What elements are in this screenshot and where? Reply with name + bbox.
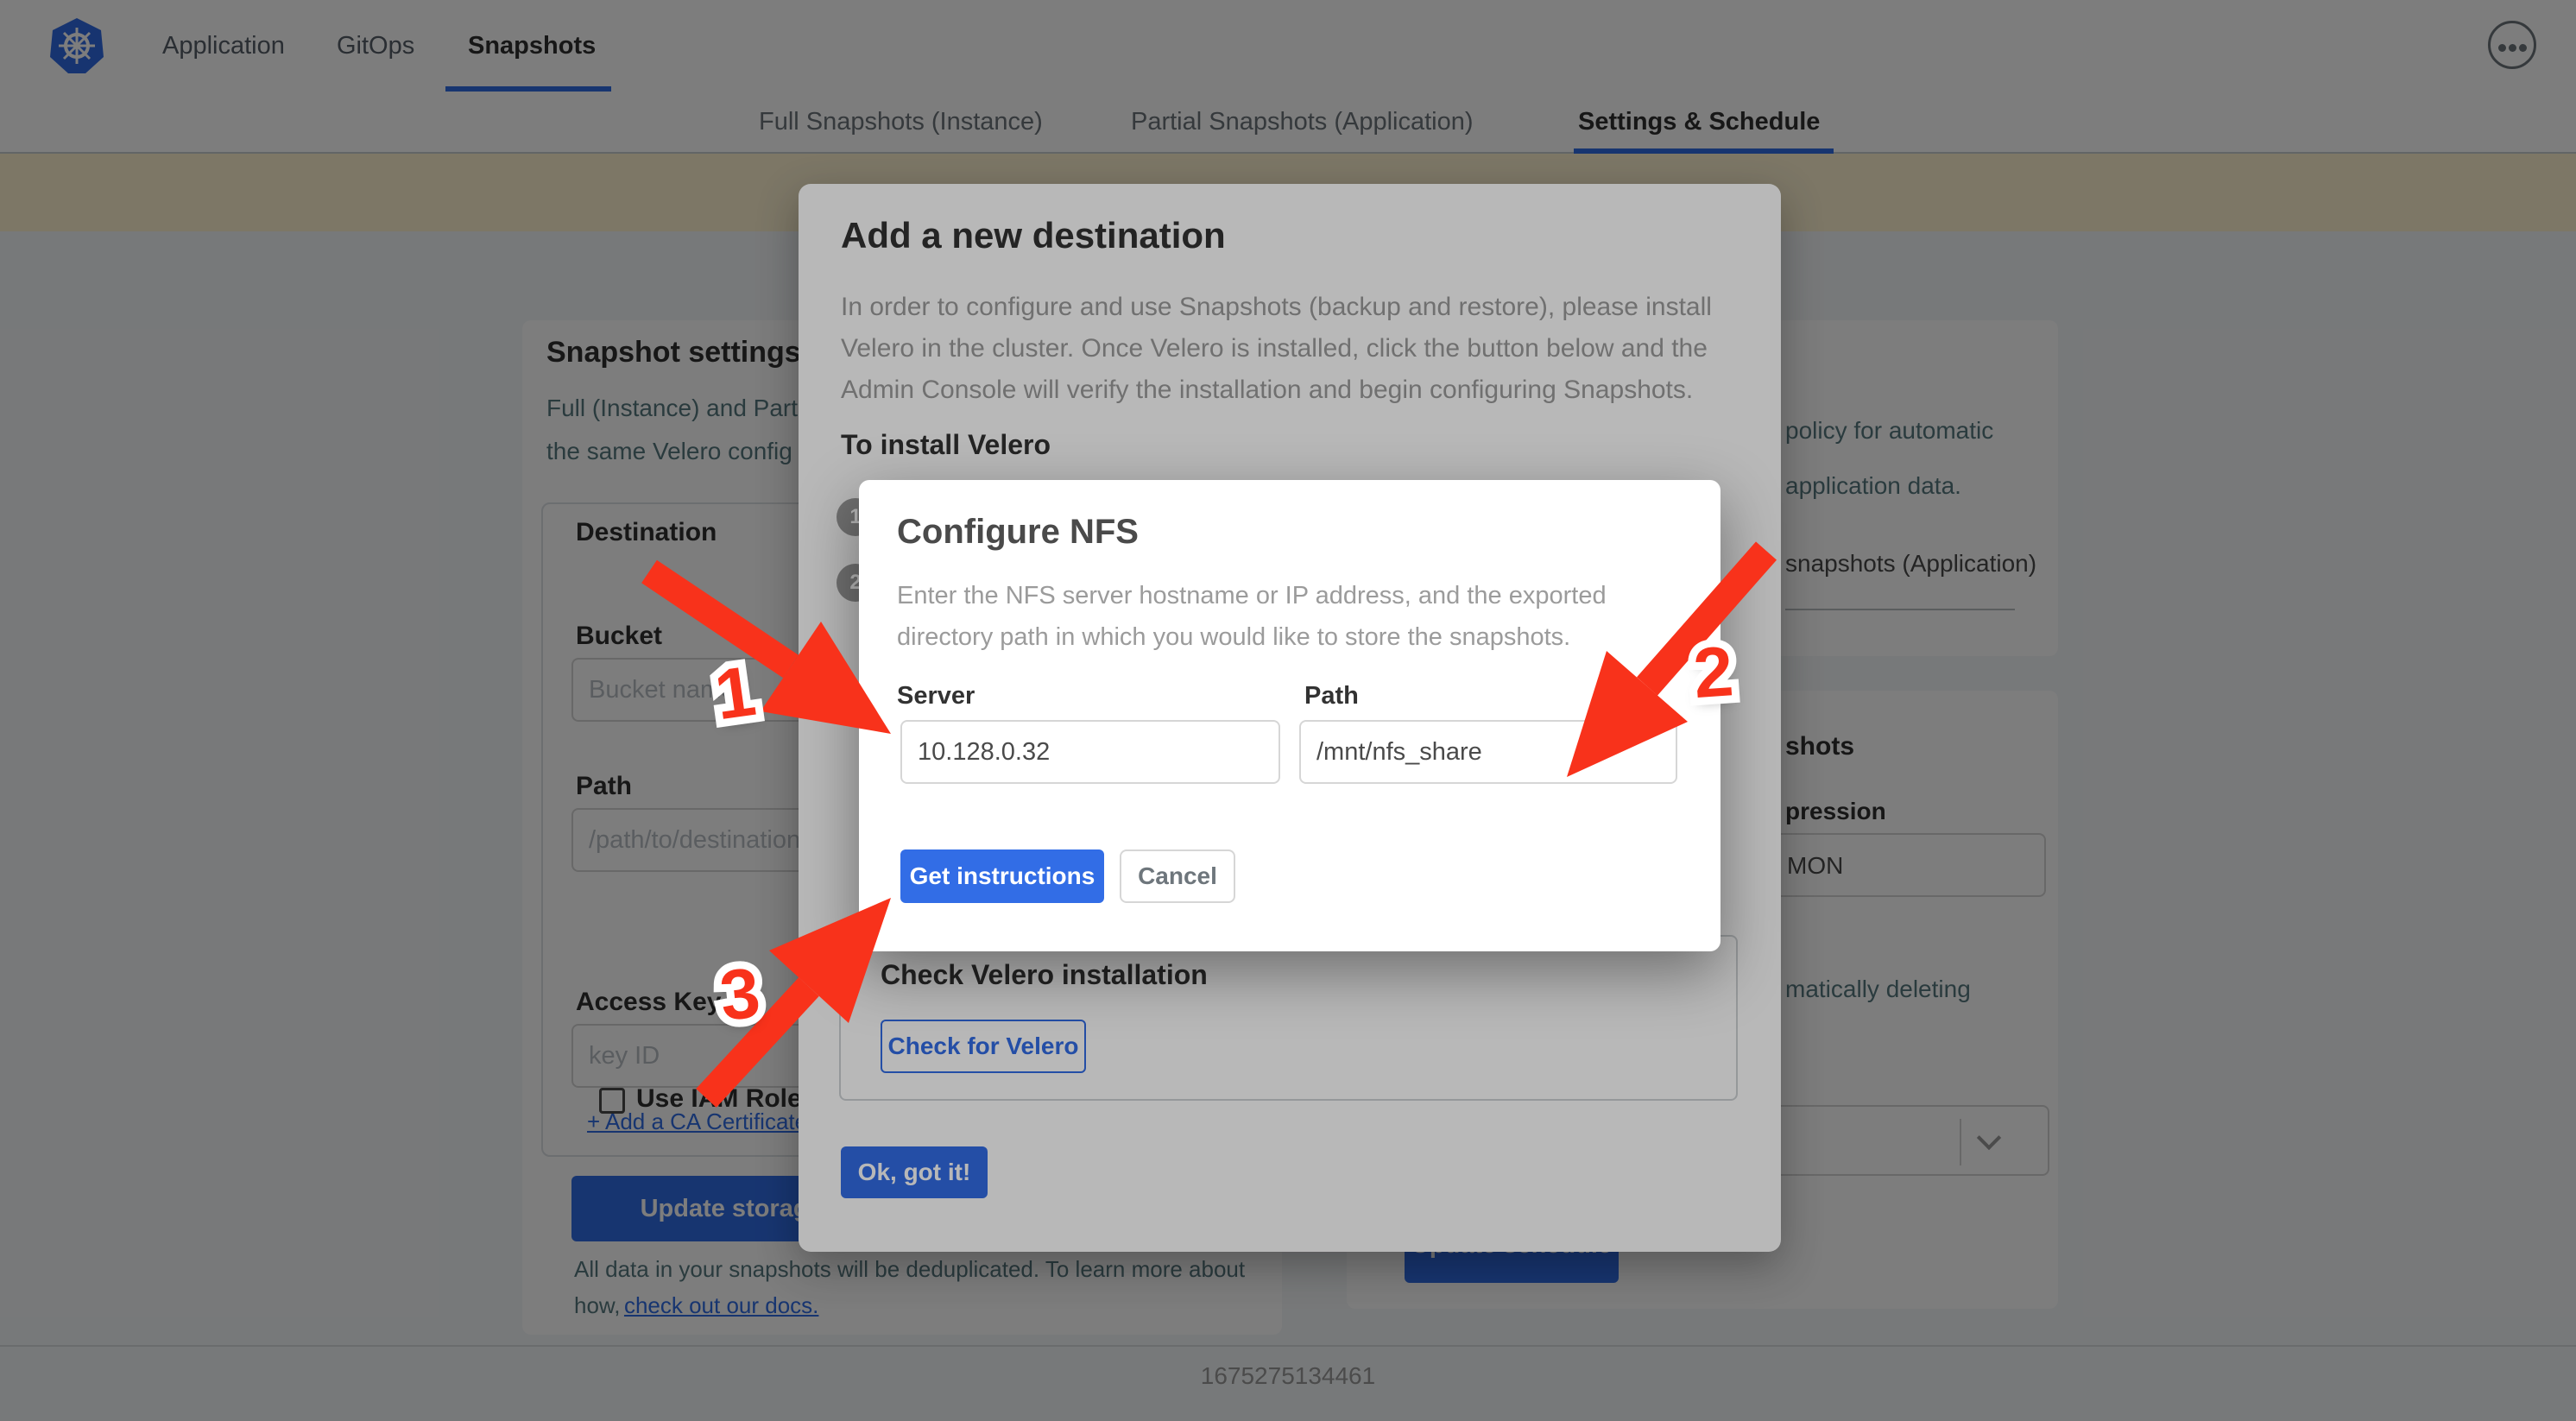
cancel-button[interactable]: Cancel: [1120, 849, 1235, 903]
dialog-title: Configure NFS: [897, 513, 1139, 552]
path-label: Path: [1304, 682, 1359, 710]
screen: Application GitOps Snapshots Full Snapsh…: [0, 0, 2576, 1421]
server-label: Server: [897, 682, 975, 710]
nfs-path-input[interactable]: [1299, 720, 1677, 784]
dialog-desc-line1: Enter the NFS server hostname or IP addr…: [897, 582, 1607, 610]
configure-nfs-dialog: Configure NFS Enter the NFS server hostn…: [859, 480, 1720, 951]
dialog-desc-line2: directory path in which you would like t…: [897, 623, 1570, 652]
nfs-server-input[interactable]: [900, 720, 1280, 784]
get-instructions-button[interactable]: Get instructions: [900, 849, 1104, 903]
